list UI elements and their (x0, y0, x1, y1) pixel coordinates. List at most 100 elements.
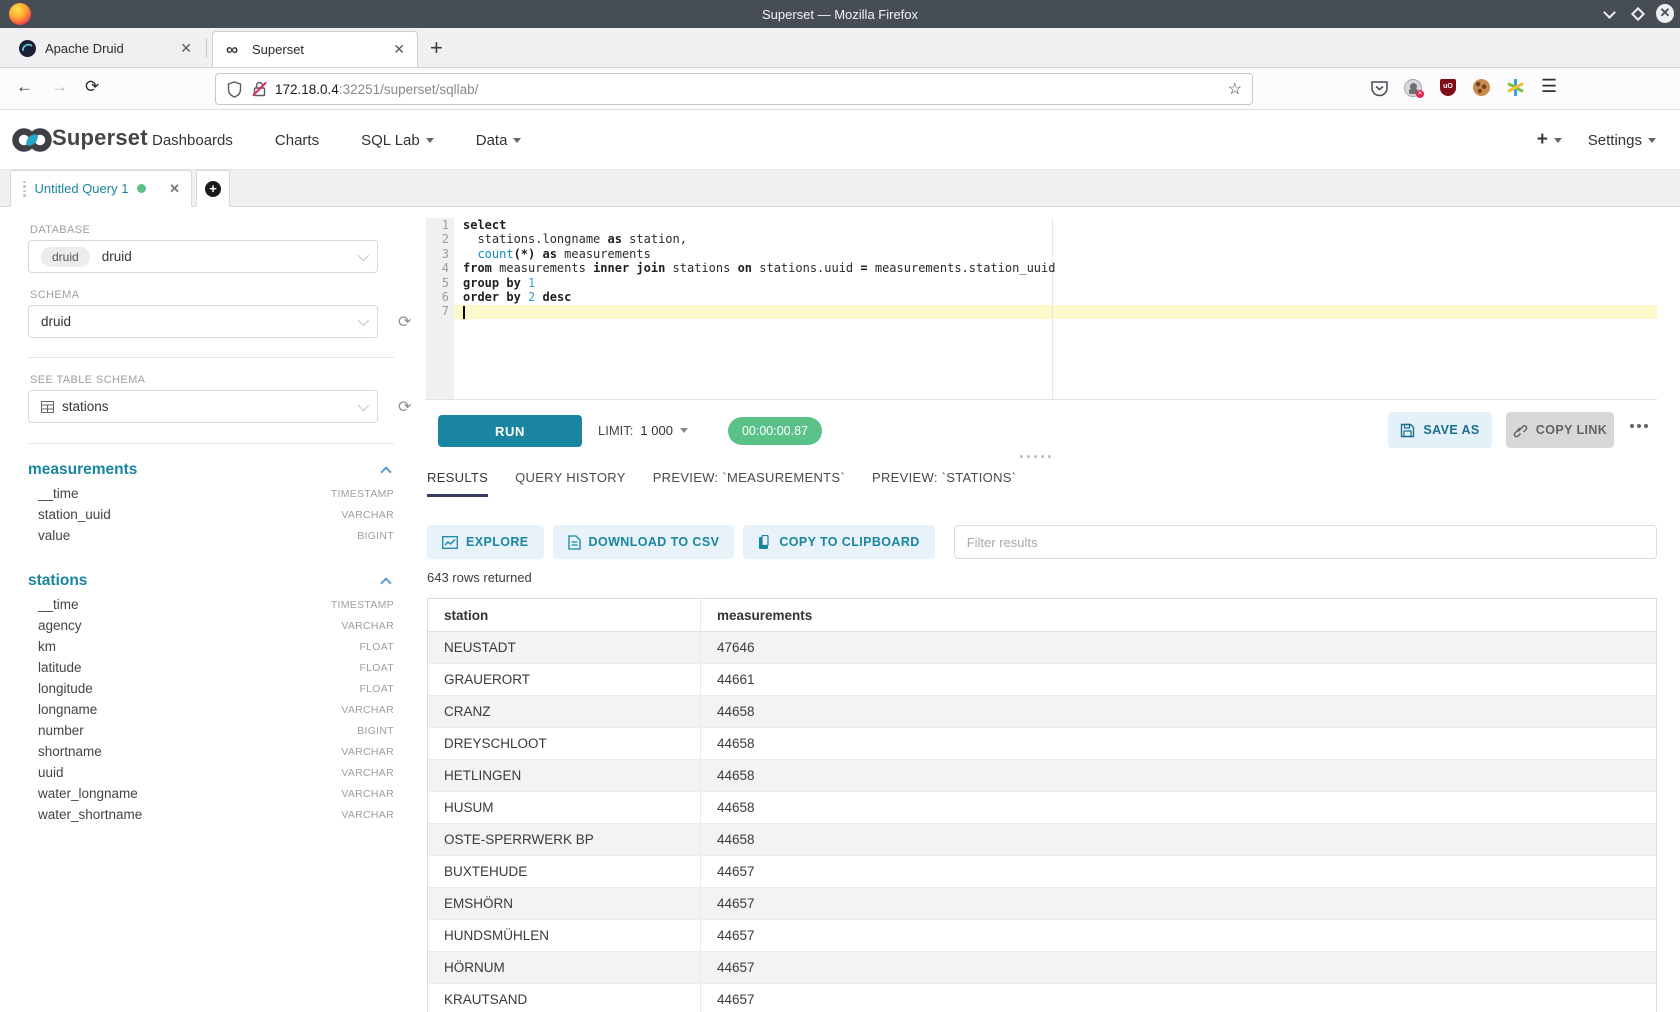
column-name: number (38, 723, 84, 738)
minimize-icon[interactable] (1600, 5, 1618, 23)
browser-tab-druid[interactable]: Apache Druid ✕ (6, 28, 204, 68)
chevron-down-icon (358, 400, 369, 411)
column-header-station[interactable]: station (428, 599, 701, 631)
menu-icon[interactable]: ☰ (1541, 76, 1557, 97)
cell-measurements: 44657 (701, 920, 1656, 951)
schema-column-row: __timeTIMESTAMP (28, 594, 394, 615)
sql-editor[interactable]: 1234567 select stations.longname as stat… (426, 207, 1657, 400)
brand-title[interactable]: Superset (52, 125, 148, 151)
query-tab[interactable]: Untitled Query 1 ✕ (10, 170, 192, 207)
column-type: VARCHAR (341, 620, 394, 632)
save-as-button[interactable]: SAVE AS (1388, 412, 1492, 448)
ublock-icon[interactable]: uO (1440, 79, 1456, 96)
save-icon (1400, 423, 1415, 438)
schema-column-row: shortnameVARCHAR (28, 741, 394, 762)
column-name: value (38, 528, 70, 543)
copy-link-button[interactable]: COPY LINK (1506, 412, 1614, 448)
extension-asterisk-icon[interactable] (1506, 78, 1525, 97)
nav-item-data[interactable]: Data (476, 132, 522, 149)
superset-menu: Dashboards Charts SQL Lab Data (152, 110, 521, 170)
shield-icon[interactable] (227, 81, 242, 98)
cookie-icon[interactable] (1473, 79, 1490, 96)
results-actions-row: EXPLORE DOWNLOAD TO CSV COPY TO CLIPBOAR… (427, 525, 1657, 559)
schema-column-row: kmFLOAT (28, 636, 394, 657)
browser-tab-superset[interactable]: ∞ Superset ✕ (212, 31, 418, 67)
results-tab-preview[interactable]: PREVIEW: `MEASUREMENTS` (653, 470, 845, 497)
browser-tab-title: Apache Druid (45, 41, 124, 56)
nav-item-charts[interactable]: Charts (275, 132, 319, 149)
copy-to-clipboard-button[interactable]: COPY TO CLIPBOARD (743, 525, 934, 559)
maximize-icon[interactable] (1629, 5, 1647, 23)
cell-measurements: 44657 (701, 888, 1656, 919)
column-type: BIGINT (357, 530, 394, 542)
download-csv-button[interactable]: DOWNLOAD TO CSV (553, 525, 735, 559)
bookmark-star-icon[interactable]: ☆ (1228, 79, 1242, 99)
column-name: uuid (38, 765, 64, 780)
column-header-measurements[interactable]: measurements (701, 599, 1656, 631)
more-actions-icon[interactable] (1630, 424, 1648, 428)
column-type: FLOAT (359, 683, 394, 695)
gutter-line-number: 6 (426, 290, 454, 304)
druid-favicon-icon (19, 40, 36, 57)
cell-measurements: 47646 (701, 632, 1656, 663)
nav-item-sql-lab[interactable]: SQL Lab (361, 132, 434, 149)
extension-icon[interactable]: ✕ (1404, 79, 1422, 97)
column-name: agency (38, 618, 82, 633)
editor-code: select stations.longname as station, cou… (463, 218, 1055, 319)
table-row: CRANZ44658 (428, 696, 1656, 728)
cell-station: EMSHÖRN (428, 888, 701, 919)
cell-measurements: 44661 (701, 664, 1656, 695)
new-tab-button[interactable]: + (430, 35, 443, 61)
results-tab-results[interactable]: RESULTS (427, 470, 488, 497)
pane-splitter-handle[interactable] (1020, 455, 1051, 458)
collapse-chevron-icon[interactable] (380, 577, 391, 588)
column-name: longitude (38, 681, 93, 696)
tab-close-icon[interactable]: ✕ (180, 40, 192, 57)
settings-dropdown[interactable]: Settings (1588, 132, 1656, 149)
new-dropdown[interactable]: + (1537, 129, 1562, 151)
insecure-lock-icon[interactable] (252, 81, 267, 97)
url-bar[interactable]: 172.18.0.4:32251/superset/sqllab/ ☆ (215, 73, 1253, 105)
table-select[interactable]: stations (28, 390, 378, 423)
filter-results-input[interactable] (954, 525, 1657, 559)
add-query-tab-button[interactable]: + (196, 170, 230, 207)
table-row: HÖRNUM44657 (428, 952, 1656, 984)
editor-cursor (463, 306, 465, 319)
back-icon[interactable]: ← (16, 77, 33, 97)
code-line: stations.longname as station, (463, 232, 1055, 246)
cell-station: DREYSCHLOOT (428, 728, 701, 759)
results-tab-preview[interactable]: PREVIEW: `STATIONS` (872, 470, 1016, 497)
nav-item-dashboards[interactable]: Dashboards (152, 132, 233, 149)
schema-label: SCHEMA (30, 289, 79, 301)
url-text: 172.18.0.4:32251/superset/sqllab/ (275, 82, 478, 97)
column-type: FLOAT (359, 662, 394, 674)
query-tab-close-icon[interactable]: ✕ (169, 181, 180, 197)
cell-station: HUNDSMÜHLEN (428, 920, 701, 951)
run-button[interactable]: RUN (438, 415, 582, 447)
tab-close-icon[interactable]: ✕ (393, 41, 405, 58)
database-select[interactable]: druid druid (28, 240, 378, 273)
table-row: HETLINGEN44658 (428, 760, 1656, 792)
clipboard-icon (758, 535, 771, 550)
limit-control[interactable]: LIMIT: 1 000 (598, 423, 688, 438)
column-name: longname (38, 702, 97, 717)
reload-icon[interactable]: ⟳ (85, 77, 99, 97)
refresh-schema-icon[interactable]: ⟳ (398, 312, 411, 332)
database-pill: druid (41, 247, 90, 267)
collapse-chevron-icon[interactable] (380, 466, 391, 477)
explore-button[interactable]: EXPLORE (427, 525, 544, 559)
schema-card-stations: stations __timeTIMESTAMPagency VARCHAR kmFL… (28, 568, 394, 825)
column-type: TIMESTAMP (331, 488, 394, 500)
schema-table-name[interactable]: stations (28, 572, 87, 590)
close-icon[interactable]: ✕ (1656, 4, 1674, 22)
refresh-table-icon[interactable]: ⟳ (398, 397, 411, 417)
schema-table-name[interactable]: measurements (28, 461, 137, 479)
forward-icon[interactable]: → (51, 77, 68, 97)
pocket-icon[interactable] (1370, 79, 1389, 98)
column-type: VARCHAR (341, 746, 394, 758)
schema-select[interactable]: druid (28, 305, 378, 338)
results-tab-query-history[interactable]: QUERY HISTORY (515, 470, 626, 497)
table-row: NEUSTADT47646 (428, 632, 1656, 664)
drag-handle-icon[interactable] (23, 181, 26, 197)
gutter-line-number: 1 (426, 218, 454, 232)
